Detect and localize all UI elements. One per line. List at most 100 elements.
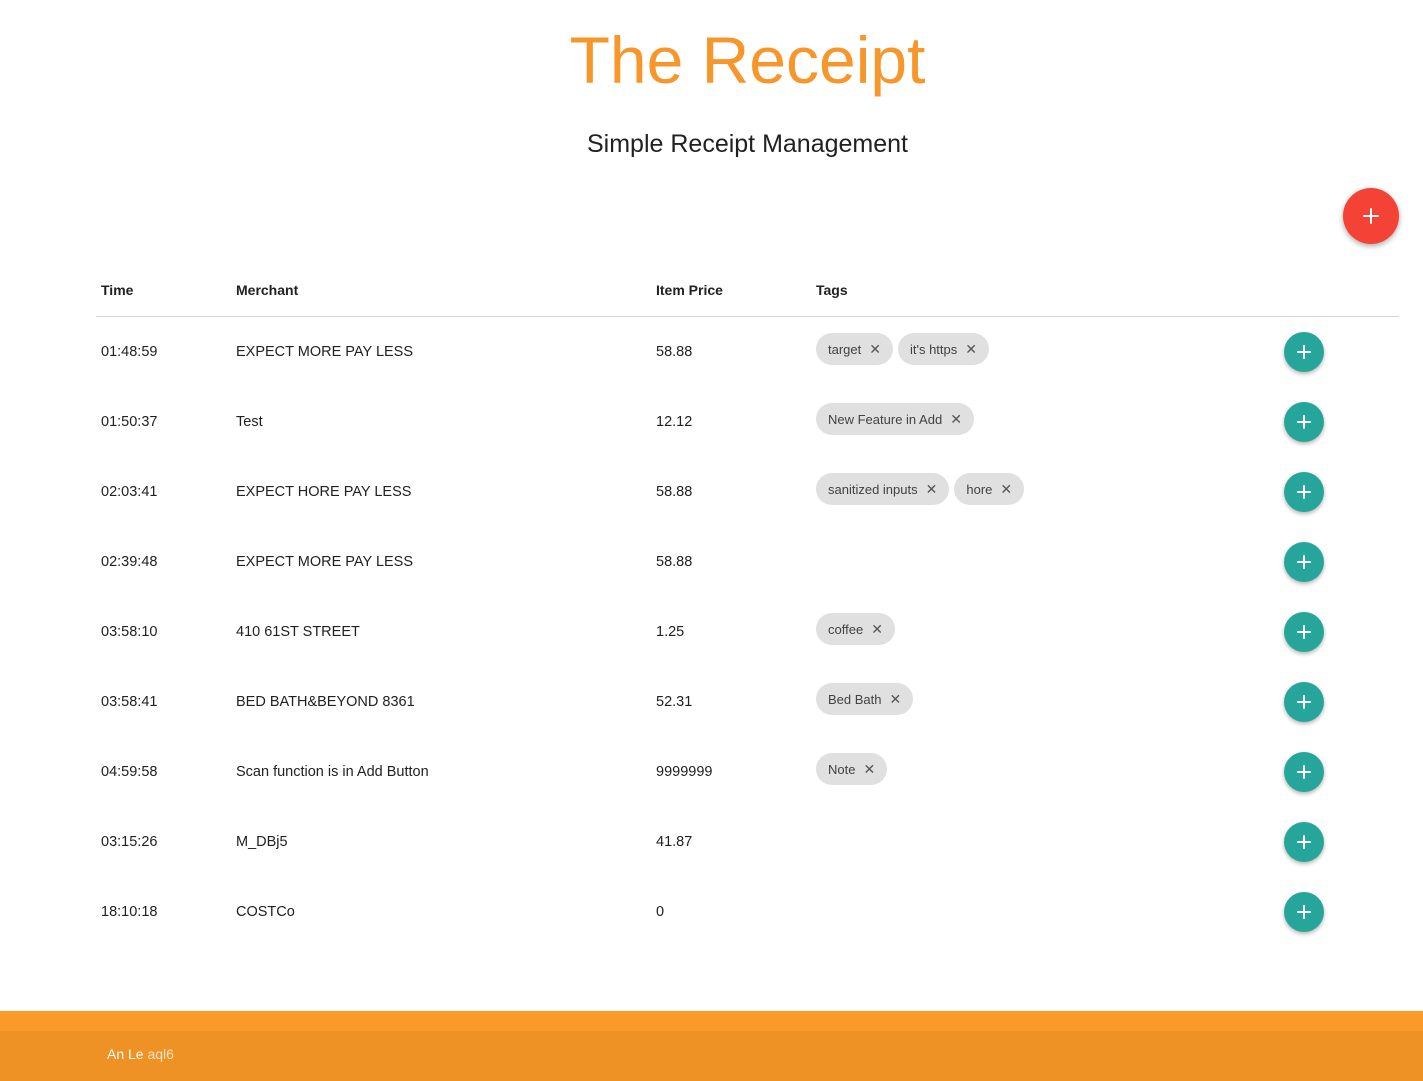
add-tag-button[interactable]	[1284, 472, 1324, 512]
add-tag-button[interactable]	[1284, 542, 1324, 582]
table-row: 02:03:41 EXPECT HORE PAY LESS 58.88 sanitiz…	[96, 457, 1399, 527]
receipts-table-container: Time Merchant Item Price Tags 01:48:59 EX…	[96, 263, 1399, 947]
tag-chip: target ✕	[816, 333, 893, 365]
cell-actions	[1279, 527, 1399, 597]
add-tag-button[interactable]	[1284, 332, 1324, 372]
tag-chip: it's https ✕	[897, 333, 989, 365]
cell-time: 01:48:59	[101, 344, 158, 360]
cell-actions	[1279, 597, 1399, 667]
table-row: 01:50:37 Test 12.12 New Feature in Add ✕	[96, 387, 1399, 457]
table-row: 03:15:26 M_DBj5 41.87	[96, 807, 1399, 877]
cell-actions	[1279, 457, 1399, 527]
remove-tag-icon[interactable]: ✕	[965, 342, 977, 356]
receipts-table: Time Merchant Item Price Tags 01:48:59 EX…	[96, 263, 1399, 947]
cell-time: 02:39:48	[101, 554, 158, 570]
cell-tags: target ✕ it's https ✕	[811, 317, 1279, 388]
footer-accent-bar	[0, 1011, 1423, 1031]
add-tag-button[interactable]	[1284, 612, 1324, 652]
column-header-item-price: Item Price	[651, 263, 811, 317]
remove-tag-icon[interactable]: ✕	[863, 762, 875, 776]
add-tag-button[interactable]	[1284, 752, 1324, 792]
cell-actions	[1279, 877, 1399, 947]
cell-tags	[811, 877, 1279, 947]
cell-actions	[1279, 807, 1399, 877]
plus-icon	[1297, 765, 1311, 779]
plus-icon	[1297, 625, 1311, 639]
cell-merchant: COSTCo	[236, 904, 295, 920]
add-tag-button[interactable]	[1284, 892, 1324, 932]
add-tag-button[interactable]	[1284, 402, 1324, 442]
plus-icon	[1297, 905, 1311, 919]
cell-time: 18:10:18	[101, 904, 158, 920]
plus-icon	[1297, 555, 1311, 569]
column-header-tags: Tags	[811, 263, 1279, 317]
cell-tags: Note ✕	[811, 737, 1279, 807]
cell-item-price: 58.88	[656, 344, 693, 360]
footer-author-link[interactable]: aql6	[147, 1046, 173, 1062]
plus-icon	[1363, 208, 1379, 224]
cell-tags: sanitized inputs ✕ hore ✕	[811, 457, 1279, 527]
remove-tag-icon[interactable]: ✕	[926, 482, 938, 496]
cell-item-price: 9999999	[656, 764, 713, 780]
cell-tags: Bed Bath ✕	[811, 667, 1279, 737]
plus-icon	[1297, 415, 1311, 429]
tag-chip: Note ✕	[816, 753, 888, 785]
cell-actions	[1279, 387, 1399, 457]
cell-time: 03:58:10	[101, 624, 158, 640]
cell-merchant: EXPECT MORE PAY LESS	[236, 554, 414, 570]
tag-chip: sanitized inputs ✕	[816, 473, 950, 505]
cell-merchant: BED BATH&BEYOND 8361	[236, 694, 415, 710]
column-header-time: Time	[96, 263, 231, 317]
remove-tag-icon[interactable]: ✕	[869, 342, 881, 356]
cell-tags	[811, 527, 1279, 597]
tag-chip-label: coffee	[828, 621, 864, 637]
cell-item-price: 58.88	[656, 554, 693, 570]
cell-merchant: EXPECT MORE PAY LESS	[236, 344, 414, 360]
tag-chip: New Feature in Add ✕	[816, 403, 974, 435]
cell-item-price: 0	[656, 904, 665, 920]
cell-merchant: 410 61ST STREET	[236, 624, 360, 640]
cell-actions	[1279, 737, 1399, 807]
column-header-merchant: Merchant	[231, 263, 651, 317]
cell-item-price: 1.25	[656, 624, 685, 640]
cell-item-price: 12.12	[656, 414, 693, 430]
add-tag-button[interactable]	[1284, 682, 1324, 722]
remove-tag-icon[interactable]: ✕	[950, 412, 962, 426]
table-row: 18:10:18 COSTCo 0	[96, 877, 1399, 947]
tag-chip-label: Note	[828, 761, 856, 777]
tag-chip: Bed Bath ✕	[816, 683, 914, 715]
plus-icon	[1297, 345, 1311, 359]
plus-icon	[1297, 695, 1311, 709]
table-row: 02:39:48 EXPECT MORE PAY LESS 58.88	[96, 527, 1399, 597]
remove-tag-icon[interactable]: ✕	[871, 622, 883, 636]
column-header-actions	[1279, 263, 1399, 317]
footer-credit: An Le aql6	[107, 1046, 174, 1062]
cell-item-price: 58.88	[656, 484, 693, 500]
cell-time: 03:15:26	[101, 834, 158, 850]
tag-chip: hore ✕	[954, 473, 1025, 505]
remove-tag-icon[interactable]: ✕	[1000, 482, 1012, 496]
remove-tag-icon[interactable]: ✕	[890, 692, 902, 706]
tag-chip-label: New Feature in Add	[828, 411, 943, 427]
table-row: 03:58:41 BED BATH&BEYOND 8361 52.31 Bed Bat…	[96, 667, 1399, 737]
cell-merchant: EXPECT HORE PAY LESS	[236, 484, 412, 500]
add-receipt-button[interactable]	[1343, 188, 1399, 244]
footer-author: An Le	[107, 1046, 144, 1062]
app-title: The Receipt	[569, 23, 926, 97]
cell-time: 02:03:41	[101, 484, 158, 500]
footer	[0, 1031, 1423, 1081]
table-row: 03:58:10 410 61ST STREET 1.25 coffee ✕	[96, 597, 1399, 667]
cell-merchant: Test	[236, 414, 263, 430]
tag-chip-label: hore	[966, 481, 993, 497]
cell-tags: New Feature in Add ✕	[811, 387, 1279, 457]
cell-tags: coffee ✕	[811, 597, 1279, 667]
table-header-row: Time Merchant Item Price Tags	[96, 263, 1399, 317]
cell-actions	[1279, 317, 1399, 388]
tag-chip-label: target	[828, 341, 862, 357]
cell-merchant: Scan function is in Add Button	[236, 764, 429, 780]
cell-tags	[811, 807, 1279, 877]
table-body: 01:48:59 EXPECT MORE PAY LESS 58.88 target ✕…	[96, 317, 1399, 948]
add-tag-button[interactable]	[1284, 822, 1324, 862]
cell-item-price: 52.31	[656, 694, 693, 710]
cell-item-price: 41.87	[656, 834, 693, 850]
